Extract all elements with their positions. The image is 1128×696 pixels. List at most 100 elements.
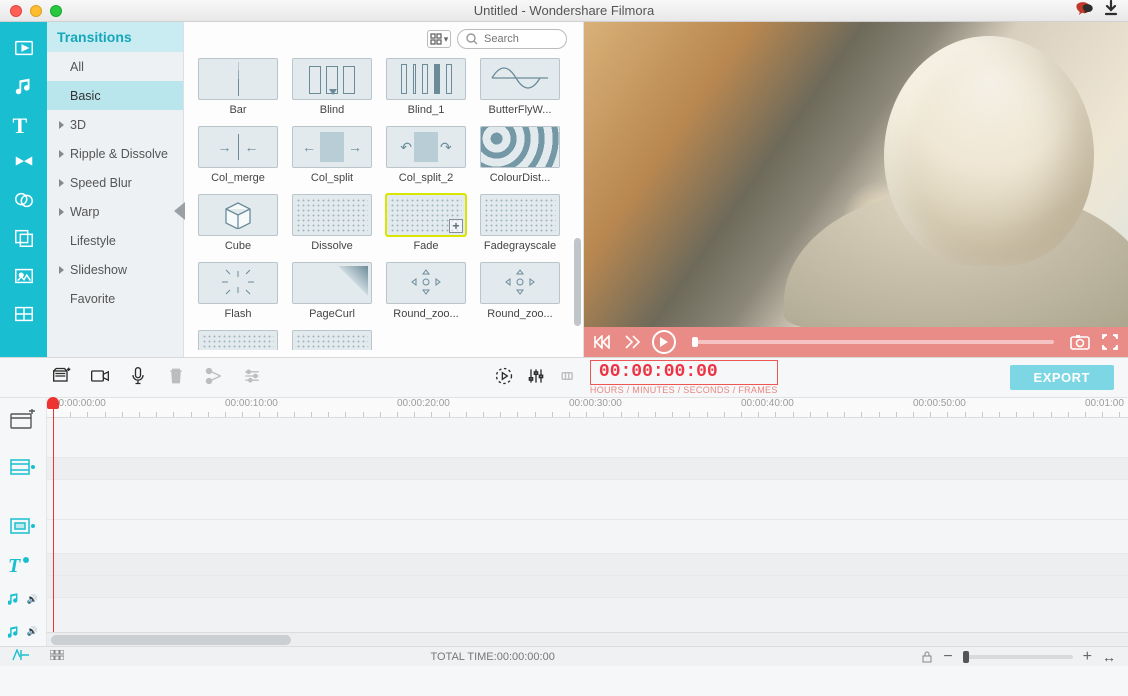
- zoom-out-button[interactable]: −: [943, 648, 952, 666]
- category-item-lifestyle[interactable]: Lifestyle: [47, 226, 183, 255]
- play-button[interactable]: [652, 330, 676, 354]
- window-title: Untitled - Wondershare Filmora: [0, 3, 1128, 18]
- add-media-button[interactable]: [52, 366, 72, 389]
- thumb-label: Blind_1: [408, 104, 445, 116]
- thumb-col-merge[interactable]: →←Col_merge: [198, 126, 278, 184]
- zoom-in-button[interactable]: +: [1083, 648, 1092, 666]
- adjust-button[interactable]: [242, 366, 262, 389]
- thumb-label: Blind: [320, 104, 344, 116]
- zoom-slider[interactable]: [963, 655, 1073, 659]
- delete-button[interactable]: [166, 366, 186, 389]
- thumb-cube[interactable]: Cube: [198, 194, 278, 252]
- track-text[interactable]: [47, 520, 1128, 554]
- thumb-flash[interactable]: Flash: [198, 262, 278, 320]
- overlays-tab[interactable]: [6, 220, 42, 256]
- track-pip[interactable]: [47, 480, 1128, 520]
- thumb-col-split[interactable]: ←→Col_split: [292, 126, 372, 184]
- category-item-3d[interactable]: 3D: [47, 110, 183, 139]
- category-header: Transitions: [47, 22, 183, 52]
- thumb-label: PageCurl: [309, 308, 355, 320]
- thumb-image: →←: [198, 126, 278, 168]
- timeline-hscrollbar[interactable]: [47, 632, 1128, 646]
- render-preview-button[interactable]: [494, 366, 514, 389]
- category-label: Basic: [70, 89, 101, 103]
- thumb-col-split-2[interactable]: ↶↷Col_split_2: [386, 126, 466, 184]
- media-tab[interactable]: [6, 30, 42, 66]
- video-track-icon[interactable]: [8, 454, 38, 482]
- thumbnail-panel: ▾ Bar Blind Blind_1 ButterFlyW... →←Col_merg…: [184, 22, 584, 357]
- thumb-image: ←→: [292, 126, 372, 168]
- module-sidebar: T: [0, 22, 47, 357]
- track-video-sub[interactable]: [47, 458, 1128, 480]
- thumb-label: Dissolve: [311, 240, 353, 252]
- search-input[interactable]: [484, 33, 554, 45]
- thumb-bar[interactable]: Bar: [198, 58, 278, 116]
- audio-mixer-button[interactable]: [526, 366, 546, 389]
- thumb-blind-1[interactable]: Blind_1: [386, 58, 466, 116]
- category-item-basic[interactable]: Basic: [47, 81, 183, 110]
- text-track-icon[interactable]: T: [8, 553, 38, 581]
- elements-tab[interactable]: [6, 258, 42, 294]
- timeline-ruler[interactable]: 00:00:00:0000:00:10:0000:00:20:0000:00:3…: [47, 398, 1128, 418]
- split-button[interactable]: [204, 366, 224, 389]
- thumb-partial[interactable]: [292, 330, 372, 350]
- splitscreen-tab[interactable]: [6, 296, 42, 332]
- grid-view-icon[interactable]: [50, 650, 64, 663]
- category-item-speed-blur[interactable]: Speed Blur: [47, 168, 183, 197]
- thumb-image: [480, 262, 560, 304]
- category-item-slideshow[interactable]: Slideshow: [47, 255, 183, 284]
- step-forward-button[interactable]: [622, 332, 642, 352]
- timeline-area[interactable]: 00:00:00:0000:00:10:0000:00:20:0000:00:3…: [47, 398, 1128, 646]
- snapshot-button[interactable]: [1070, 332, 1090, 352]
- thumb-fade[interactable]: +Fade: [386, 194, 466, 252]
- category-item-warp[interactable]: Warp: [47, 197, 183, 226]
- track-audio2[interactable]: [47, 576, 1128, 598]
- fullscreen-button[interactable]: [1100, 332, 1120, 352]
- thumb-round-zoo-[interactable]: Round_zoo...: [480, 262, 560, 320]
- thumb-round-zoo-[interactable]: Round_zoo...: [386, 262, 466, 320]
- cursor-info-icon[interactable]: [12, 649, 30, 664]
- thumb-image: [198, 262, 278, 304]
- thumb-image: [386, 58, 466, 100]
- thumbnail-scrollbar[interactable]: [574, 28, 581, 330]
- thumb-label: Fadegrayscale: [484, 240, 556, 252]
- track-audio1[interactable]: [47, 554, 1128, 576]
- ruler-mark: 00:00:50:00: [913, 398, 966, 409]
- add-track-button[interactable]: [8, 406, 38, 434]
- text-tab[interactable]: T: [6, 106, 42, 142]
- search-field[interactable]: [457, 29, 567, 49]
- thumb-blind[interactable]: Blind: [292, 58, 372, 116]
- thumb-pagecurl[interactable]: PageCurl: [292, 262, 372, 320]
- transitions-tab[interactable]: [6, 144, 42, 180]
- filters-tab[interactable]: [6, 182, 42, 218]
- lock-icon[interactable]: [921, 651, 933, 663]
- pip-track-icon[interactable]: [8, 513, 38, 541]
- thumb-dissolve[interactable]: Dissolve: [292, 194, 372, 252]
- thumb-partial[interactable]: [198, 330, 278, 350]
- category-label: Favorite: [70, 292, 115, 306]
- thumb-image: [480, 58, 560, 100]
- thumb-fadegrayscale[interactable]: Fadegrayscale: [480, 194, 560, 252]
- thumb-butterflyw-[interactable]: ButterFlyW...: [480, 58, 560, 116]
- thumb-label: Round_zoo...: [487, 308, 552, 320]
- category-item-ripple-dissolve[interactable]: Ripple & Dissolve: [47, 139, 183, 168]
- voiceover-button[interactable]: [128, 366, 148, 389]
- view-mode-toggle[interactable]: ▾: [427, 30, 451, 48]
- audio2-track-icon[interactable]: 🔊: [8, 618, 38, 646]
- category-item-all[interactable]: All: [47, 52, 183, 81]
- playhead[interactable]: [53, 398, 54, 646]
- thumb-colourdist-[interactable]: ColourDist...: [480, 126, 560, 184]
- keyframe-button[interactable]: [558, 366, 578, 389]
- audio1-track-icon[interactable]: 🔊: [8, 585, 38, 613]
- record-button[interactable]: [90, 366, 110, 389]
- music-tab[interactable]: [6, 68, 42, 104]
- go-start-button[interactable]: [592, 332, 612, 352]
- track-video[interactable]: [47, 418, 1128, 458]
- add-icon[interactable]: +: [449, 219, 463, 233]
- export-button[interactable]: EXPORT: [1010, 365, 1114, 390]
- category-item-favorite[interactable]: Favorite: [47, 284, 183, 313]
- zoom-fit-button[interactable]: ↔: [1102, 649, 1116, 665]
- category-panel: Transitions AllBasic3DRipple & DissolveS…: [47, 22, 184, 357]
- collapse-panel-button[interactable]: [174, 202, 185, 220]
- preview-progress[interactable]: [692, 340, 1054, 344]
